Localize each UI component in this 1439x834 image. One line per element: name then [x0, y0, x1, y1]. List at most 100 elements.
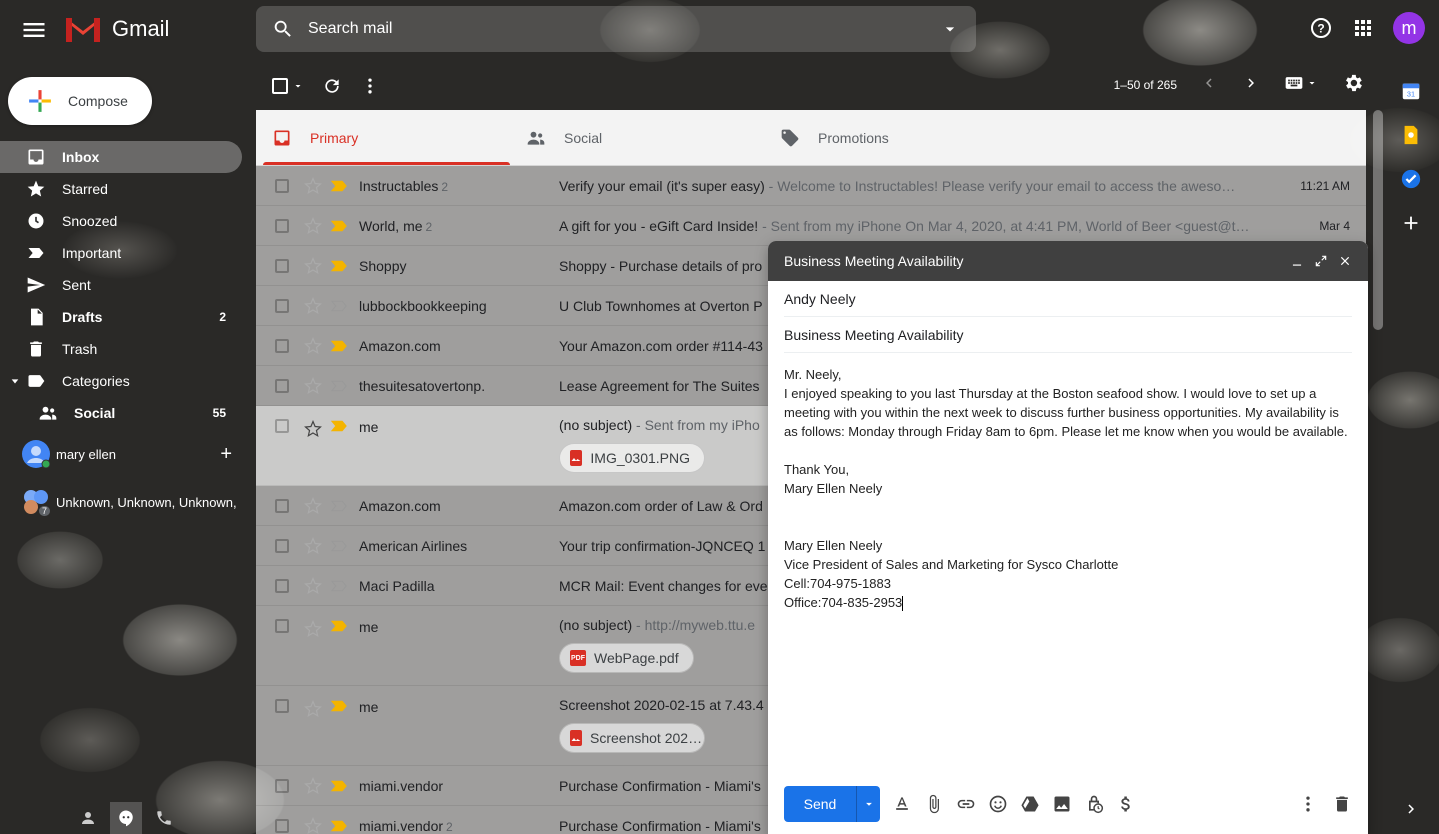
- settings-gear-icon[interactable]: [1342, 72, 1364, 94]
- star-toggle[interactable]: [303, 336, 323, 356]
- attachment-chip[interactable]: Screenshot 202…: [559, 723, 705, 753]
- importance-marker[interactable]: [331, 579, 349, 593]
- insert-drive-button[interactable]: [1020, 794, 1040, 814]
- star-toggle[interactable]: [303, 376, 323, 396]
- star-toggle[interactable]: [303, 699, 323, 719]
- schedule-send-dropdown[interactable]: [856, 786, 880, 822]
- keep-icon[interactable]: [1400, 124, 1422, 146]
- search-options-dropdown-icon[interactable]: [940, 19, 960, 39]
- chevron-right-icon[interactable]: [1242, 74, 1260, 92]
- tab-social[interactable]: Social: [510, 110, 764, 165]
- importance-marker[interactable]: [331, 699, 349, 713]
- importance-marker[interactable]: [331, 419, 349, 433]
- expand-arrow-icon[interactable]: [10, 376, 20, 386]
- send-money-button[interactable]: [1116, 794, 1136, 814]
- gmail-logo[interactable]: Gmail: [64, 14, 169, 44]
- formatting-options-button[interactable]: [892, 794, 912, 814]
- tasks-icon[interactable]: [1400, 168, 1422, 190]
- row-checkbox[interactable]: [275, 298, 289, 313]
- calendar-icon[interactable]: 31: [1400, 80, 1422, 102]
- search-icon[interactable]: [272, 18, 294, 40]
- sidebar-item-social[interactable]: Social 55: [0, 397, 242, 429]
- row-checkbox[interactable]: [275, 578, 289, 593]
- sidebar-item-important[interactable]: Important: [0, 237, 242, 269]
- hangouts-group[interactable]: 7 Unknown, Unknown, Unknown,: [22, 488, 237, 516]
- row-checkbox[interactable]: [275, 378, 289, 393]
- row-checkbox[interactable]: [275, 699, 289, 713]
- insert-photo-button[interactable]: [1052, 794, 1072, 814]
- more-vert-icon[interactable]: [360, 76, 380, 96]
- message-body[interactable]: Mr. Neely, I enjoyed speaking to you last…: [768, 353, 1368, 624]
- star-toggle[interactable]: [303, 296, 323, 316]
- row-checkbox[interactable]: [275, 178, 289, 193]
- account-avatar[interactable]: m: [1393, 12, 1425, 44]
- refresh-icon[interactable]: [322, 76, 342, 96]
- star-toggle[interactable]: [303, 256, 323, 276]
- select-dropdown-icon[interactable]: [292, 80, 304, 92]
- discard-draft-icon[interactable]: [1332, 794, 1352, 814]
- star-toggle[interactable]: [303, 816, 323, 834]
- importance-marker[interactable]: [331, 499, 349, 513]
- subject-field[interactable]: Business Meeting Availability: [784, 317, 1352, 353]
- main-menu-button[interactable]: [20, 16, 48, 44]
- scrollbar[interactable]: [1373, 110, 1383, 330]
- minimize-icon[interactable]: [1290, 254, 1304, 268]
- to-field[interactable]: Andy Neely: [784, 281, 1352, 317]
- insert-emoji-button[interactable]: [988, 794, 1008, 814]
- attachment-chip[interactable]: IMG_0301.PNG: [559, 443, 705, 473]
- send-button[interactable]: Send: [784, 786, 856, 822]
- star-toggle[interactable]: [303, 576, 323, 596]
- chevron-left-icon[interactable]: [1200, 74, 1218, 92]
- sidebar-item-categories[interactable]: Categories: [0, 365, 242, 397]
- tab-contacts[interactable]: [72, 802, 104, 834]
- importance-marker[interactable]: [331, 339, 349, 353]
- attach-files-button[interactable]: [924, 794, 944, 814]
- row-checkbox[interactable]: [275, 778, 289, 793]
- attachment-chip[interactable]: PDF WebPage.pdf: [559, 643, 694, 673]
- row-checkbox[interactable]: [275, 498, 289, 513]
- compose-button[interactable]: Compose: [8, 77, 152, 125]
- help-icon[interactable]: ?: [1309, 16, 1333, 40]
- star-toggle[interactable]: [303, 176, 323, 196]
- add-addon-icon[interactable]: [1400, 212, 1422, 234]
- importance-marker[interactable]: [331, 379, 349, 393]
- sidebar-item-starred[interactable]: Starred: [0, 173, 242, 205]
- sidebar-item-drafts[interactable]: Drafts 2: [0, 301, 242, 333]
- importance-marker[interactable]: [331, 219, 349, 233]
- row-checkbox[interactable]: [275, 218, 289, 233]
- importance-marker[interactable]: [331, 179, 349, 193]
- sidebar-item-inbox[interactable]: Inbox: [0, 141, 242, 173]
- importance-marker[interactable]: [331, 619, 349, 633]
- star-toggle[interactable]: [303, 419, 323, 439]
- add-chat-button[interactable]: +: [220, 443, 232, 466]
- search-bar[interactable]: [256, 6, 976, 52]
- close-icon[interactable]: [1338, 254, 1352, 268]
- row-checkbox[interactable]: [275, 258, 289, 273]
- row-checkbox[interactable]: [275, 419, 289, 433]
- tab-primary[interactable]: Primary: [256, 110, 510, 165]
- star-toggle[interactable]: [303, 536, 323, 556]
- importance-marker[interactable]: [331, 259, 349, 273]
- input-tools-button[interactable]: [1284, 73, 1318, 93]
- expand-panel-icon[interactable]: [1402, 800, 1420, 818]
- row-checkbox[interactable]: [275, 619, 289, 633]
- compose-header[interactable]: Business Meeting Availability: [768, 241, 1368, 281]
- confidential-mode-button[interactable]: [1084, 794, 1104, 814]
- sidebar-item-snoozed[interactable]: Snoozed: [0, 205, 242, 237]
- more-options-icon[interactable]: [1298, 794, 1318, 814]
- row-checkbox[interactable]: [275, 538, 289, 553]
- tab-promotions[interactable]: Promotions: [764, 110, 1018, 165]
- fullscreen-icon[interactable]: [1314, 254, 1328, 268]
- star-toggle[interactable]: [303, 619, 323, 639]
- select-all-checkbox[interactable]: [272, 78, 304, 94]
- row-checkbox[interactable]: [275, 818, 289, 833]
- sidebar-item-trash[interactable]: Trash: [0, 333, 242, 365]
- importance-marker[interactable]: [331, 779, 349, 793]
- tab-conversations[interactable]: [110, 802, 142, 834]
- email-row[interactable]: World, me 2 A gift for you - eGift Card I…: [256, 206, 1366, 246]
- star-toggle[interactable]: [303, 216, 323, 236]
- importance-marker[interactable]: [331, 539, 349, 553]
- email-row[interactable]: Instructables 2 Verify your email (it's s…: [256, 166, 1366, 206]
- insert-link-button[interactable]: [956, 794, 976, 814]
- importance-marker[interactable]: [331, 299, 349, 313]
